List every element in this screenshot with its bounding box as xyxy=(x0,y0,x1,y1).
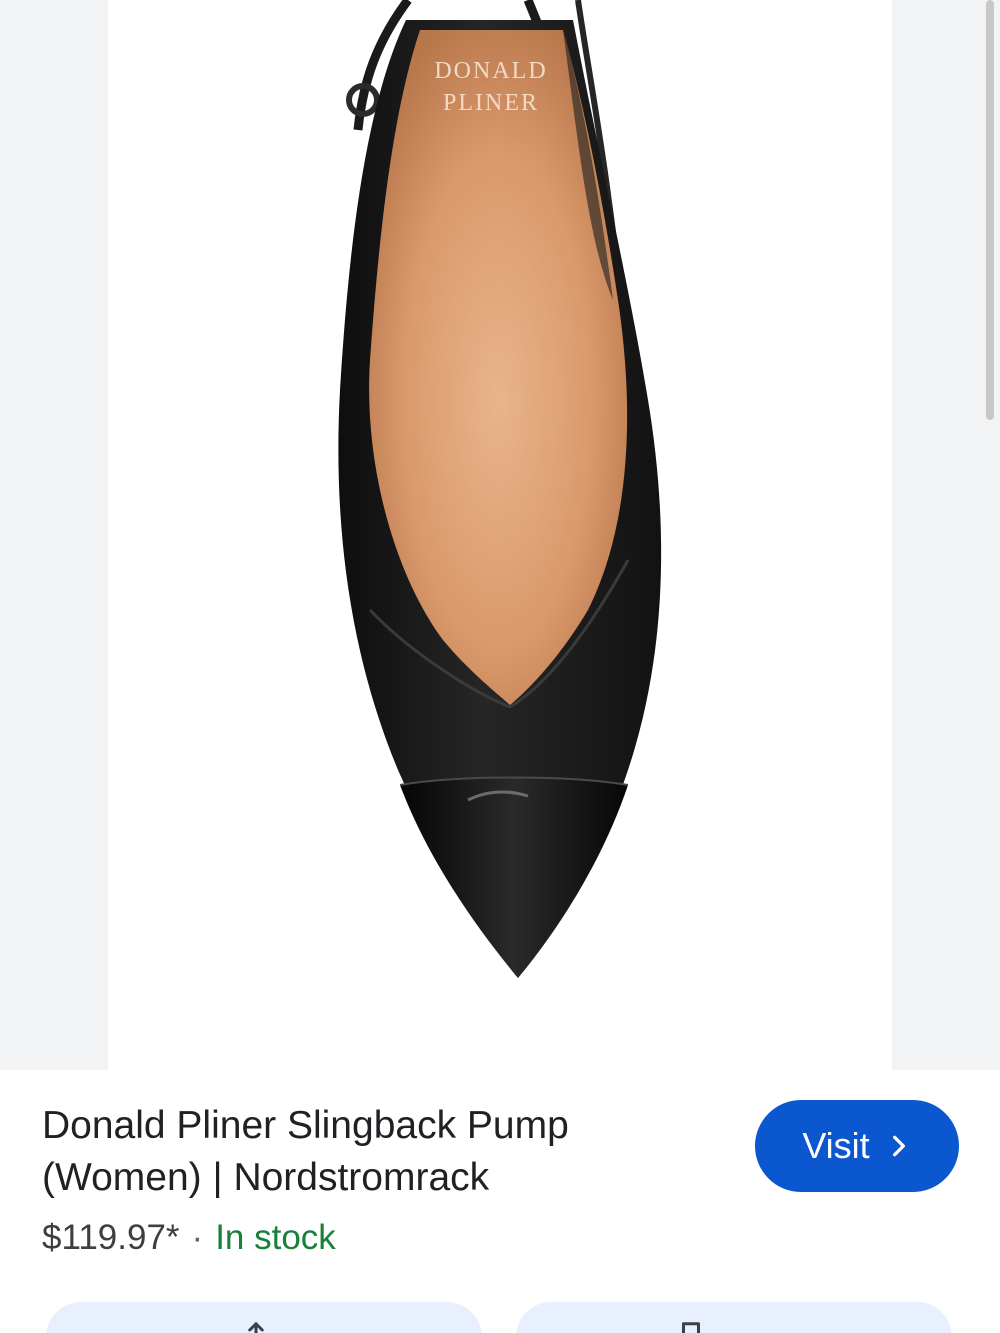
share-icon xyxy=(248,1322,264,1333)
scrollbar[interactable] xyxy=(986,0,994,420)
stock-status: In stock xyxy=(215,1218,336,1257)
chevron-right-icon xyxy=(892,1135,905,1157)
price-availability-line: $119.97* · In stock xyxy=(42,1216,336,1260)
product-detail-page: DONALD PLINER Donald Pliner Slingback Pu… xyxy=(0,0,1000,1333)
share-button[interactable] xyxy=(46,1302,482,1333)
price: $119.97* xyxy=(42,1218,180,1257)
product-image[interactable]: DONALD PLINER xyxy=(108,0,892,1070)
separator-dot: · xyxy=(191,1218,204,1257)
product-info-panel: Donald Pliner Slingback Pump (Women) | N… xyxy=(0,1070,1000,1333)
product-title[interactable]: Donald Pliner Slingback Pump (Women) | N… xyxy=(42,1100,662,1204)
visit-button[interactable]: Visit xyxy=(755,1100,959,1192)
save-button[interactable] xyxy=(516,1302,952,1333)
insole-logo-line2: PLINER xyxy=(443,90,539,116)
image-viewer: DONALD PLINER xyxy=(0,0,1000,1070)
insole-logo: DONALD xyxy=(434,58,547,84)
bookmark-icon xyxy=(682,1322,700,1333)
visit-button-label: Visit xyxy=(802,1125,870,1166)
shoe-illustration: DONALD PLINER xyxy=(338,0,662,978)
